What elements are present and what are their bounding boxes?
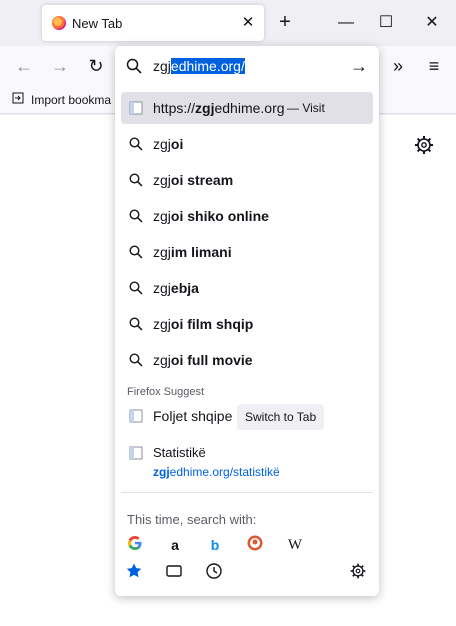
page-icon [129,446,143,463]
search-icon [129,173,143,187]
result-prefix: zgj [153,316,171,332]
result-bold: oi full movie [170,352,253,368]
switch-to-tab-button[interactable]: Switch to Tab [237,404,325,430]
search-engines-label: This time, search with: [127,512,257,527]
visit-action: — Visit [287,101,325,115]
suggest-page-row[interactable]: Statistikë zgjedhime.org/statistikë [121,442,373,486]
result-prefix: zgj [153,244,171,260]
suggest-page-url: zgjedhime.org/statistikë [153,465,280,479]
bing-icon[interactable]: b [205,535,225,555]
result-bold: zgj [195,100,215,116]
result-label: zgjoi full movie [153,352,253,368]
amazon-icon[interactable]: a [165,535,185,555]
reload-button[interactable]: ↻ [84,54,108,78]
back-button[interactable]: ← [12,54,36,78]
menu-button[interactable]: ≡ [422,54,446,78]
search-icon [129,245,143,259]
result-label: zgjoi [153,136,183,152]
wikipedia-icon[interactable]: W [285,535,305,555]
result-label: zgjebja [153,280,199,296]
result-row-search[interactable]: zgjoi [121,128,373,160]
urlbar-dropdown: zgjedhime.org/ → https://zgjedhime.org —… [115,46,379,596]
result-label: zgjoi shiko online [153,208,269,224]
result-label: https://zgjedhime.org [153,100,285,116]
result-prefix: zgj [153,352,171,368]
search-icon [129,317,143,331]
result-prefix: zgj [153,136,171,152]
search-icon [129,353,143,367]
result-prefix: zgj [153,172,171,188]
result-row-search[interactable]: zgjoi stream [121,164,373,196]
result-label: zgjoi film shqip [153,316,253,332]
suggest-tab-label: Foljet shqipe [153,408,233,424]
result-bold: oi [170,136,184,152]
result-row-search[interactable]: zgjoi shiko online [121,200,373,232]
result-row-url[interactable]: https://zgjedhime.org — Visit [121,92,373,124]
maximize-button[interactable]: ☐ [371,10,401,36]
forward-button[interactable]: → [48,54,72,78]
close-tab-button[interactable]: ✕ [238,13,258,33]
history-clock-icon[interactable] [205,562,225,582]
import-icon [12,92,26,107]
firefox-suggest-heading: Firefox Suggest [127,386,205,398]
suggest-page-title: Statistikë [153,445,206,460]
suggest-tab-row[interactable]: Foljet shqipe Switch to Tab [121,400,373,434]
new-tab-button[interactable]: + [274,11,296,33]
url-autofill-selection: edhime.org/ [170,58,245,74]
result-bold: ebja [170,280,199,296]
result-bold: im limani [170,244,232,260]
search-icon [129,137,143,151]
tabs-icon[interactable] [165,562,185,582]
result-row-search[interactable]: zgjim limani [121,236,373,268]
result-label: zgjoi stream [153,172,233,188]
tab-strip: New Tab ✕ + — ☐ ✕ [0,0,456,46]
page-icon [129,101,143,115]
result-row-search[interactable]: zgjebja [121,272,373,304]
page-icon [129,409,143,423]
duckduckgo-icon[interactable] [245,535,265,555]
google-icon[interactable] [125,535,145,555]
result-row-search[interactable]: zgjoi film shqip [121,308,373,340]
page-settings-gear-icon[interactable] [413,134,435,156]
search-icon [126,58,142,77]
import-bookmarks-button[interactable]: Import bookma [12,92,111,107]
result-rest: edhime.org [214,100,285,116]
divider [121,492,373,493]
firefox-icon [52,16,66,30]
url-text: zgjedhime.org/ [153,58,245,74]
result-prefix: https:// [153,100,196,116]
tab-new-tab[interactable]: New Tab ✕ [42,5,264,41]
close-window-button[interactable]: ✕ [417,10,447,36]
go-arrow-icon[interactable]: → [349,56,369,76]
result-bold: oi shiko online [170,208,269,224]
result-prefix: zgj [153,208,171,224]
overflow-button[interactable]: » [386,54,410,78]
suggest-url-rest: edhime.org/statistikë [169,465,280,479]
suggest-url-bold: zgj [153,465,170,479]
result-bold: oi stream [170,172,234,188]
tab-title: New Tab [72,16,123,31]
result-prefix: zgj [153,280,171,296]
search-settings-gear-icon[interactable] [349,562,369,582]
url-input[interactable]: zgjedhime.org/ → [115,46,379,86]
result-row-search[interactable]: zgjoi full movie [121,344,373,376]
import-bookmarks-label: Import bookma [31,93,112,107]
result-label: zgjim limani [153,244,232,260]
search-icon [129,209,143,223]
search-icon [129,281,143,295]
url-typed-text: zgj [153,58,171,74]
result-bold: oi film shqip [170,316,254,332]
bookmarks-star-icon[interactable] [125,562,145,582]
minimize-button[interactable]: — [331,10,361,36]
